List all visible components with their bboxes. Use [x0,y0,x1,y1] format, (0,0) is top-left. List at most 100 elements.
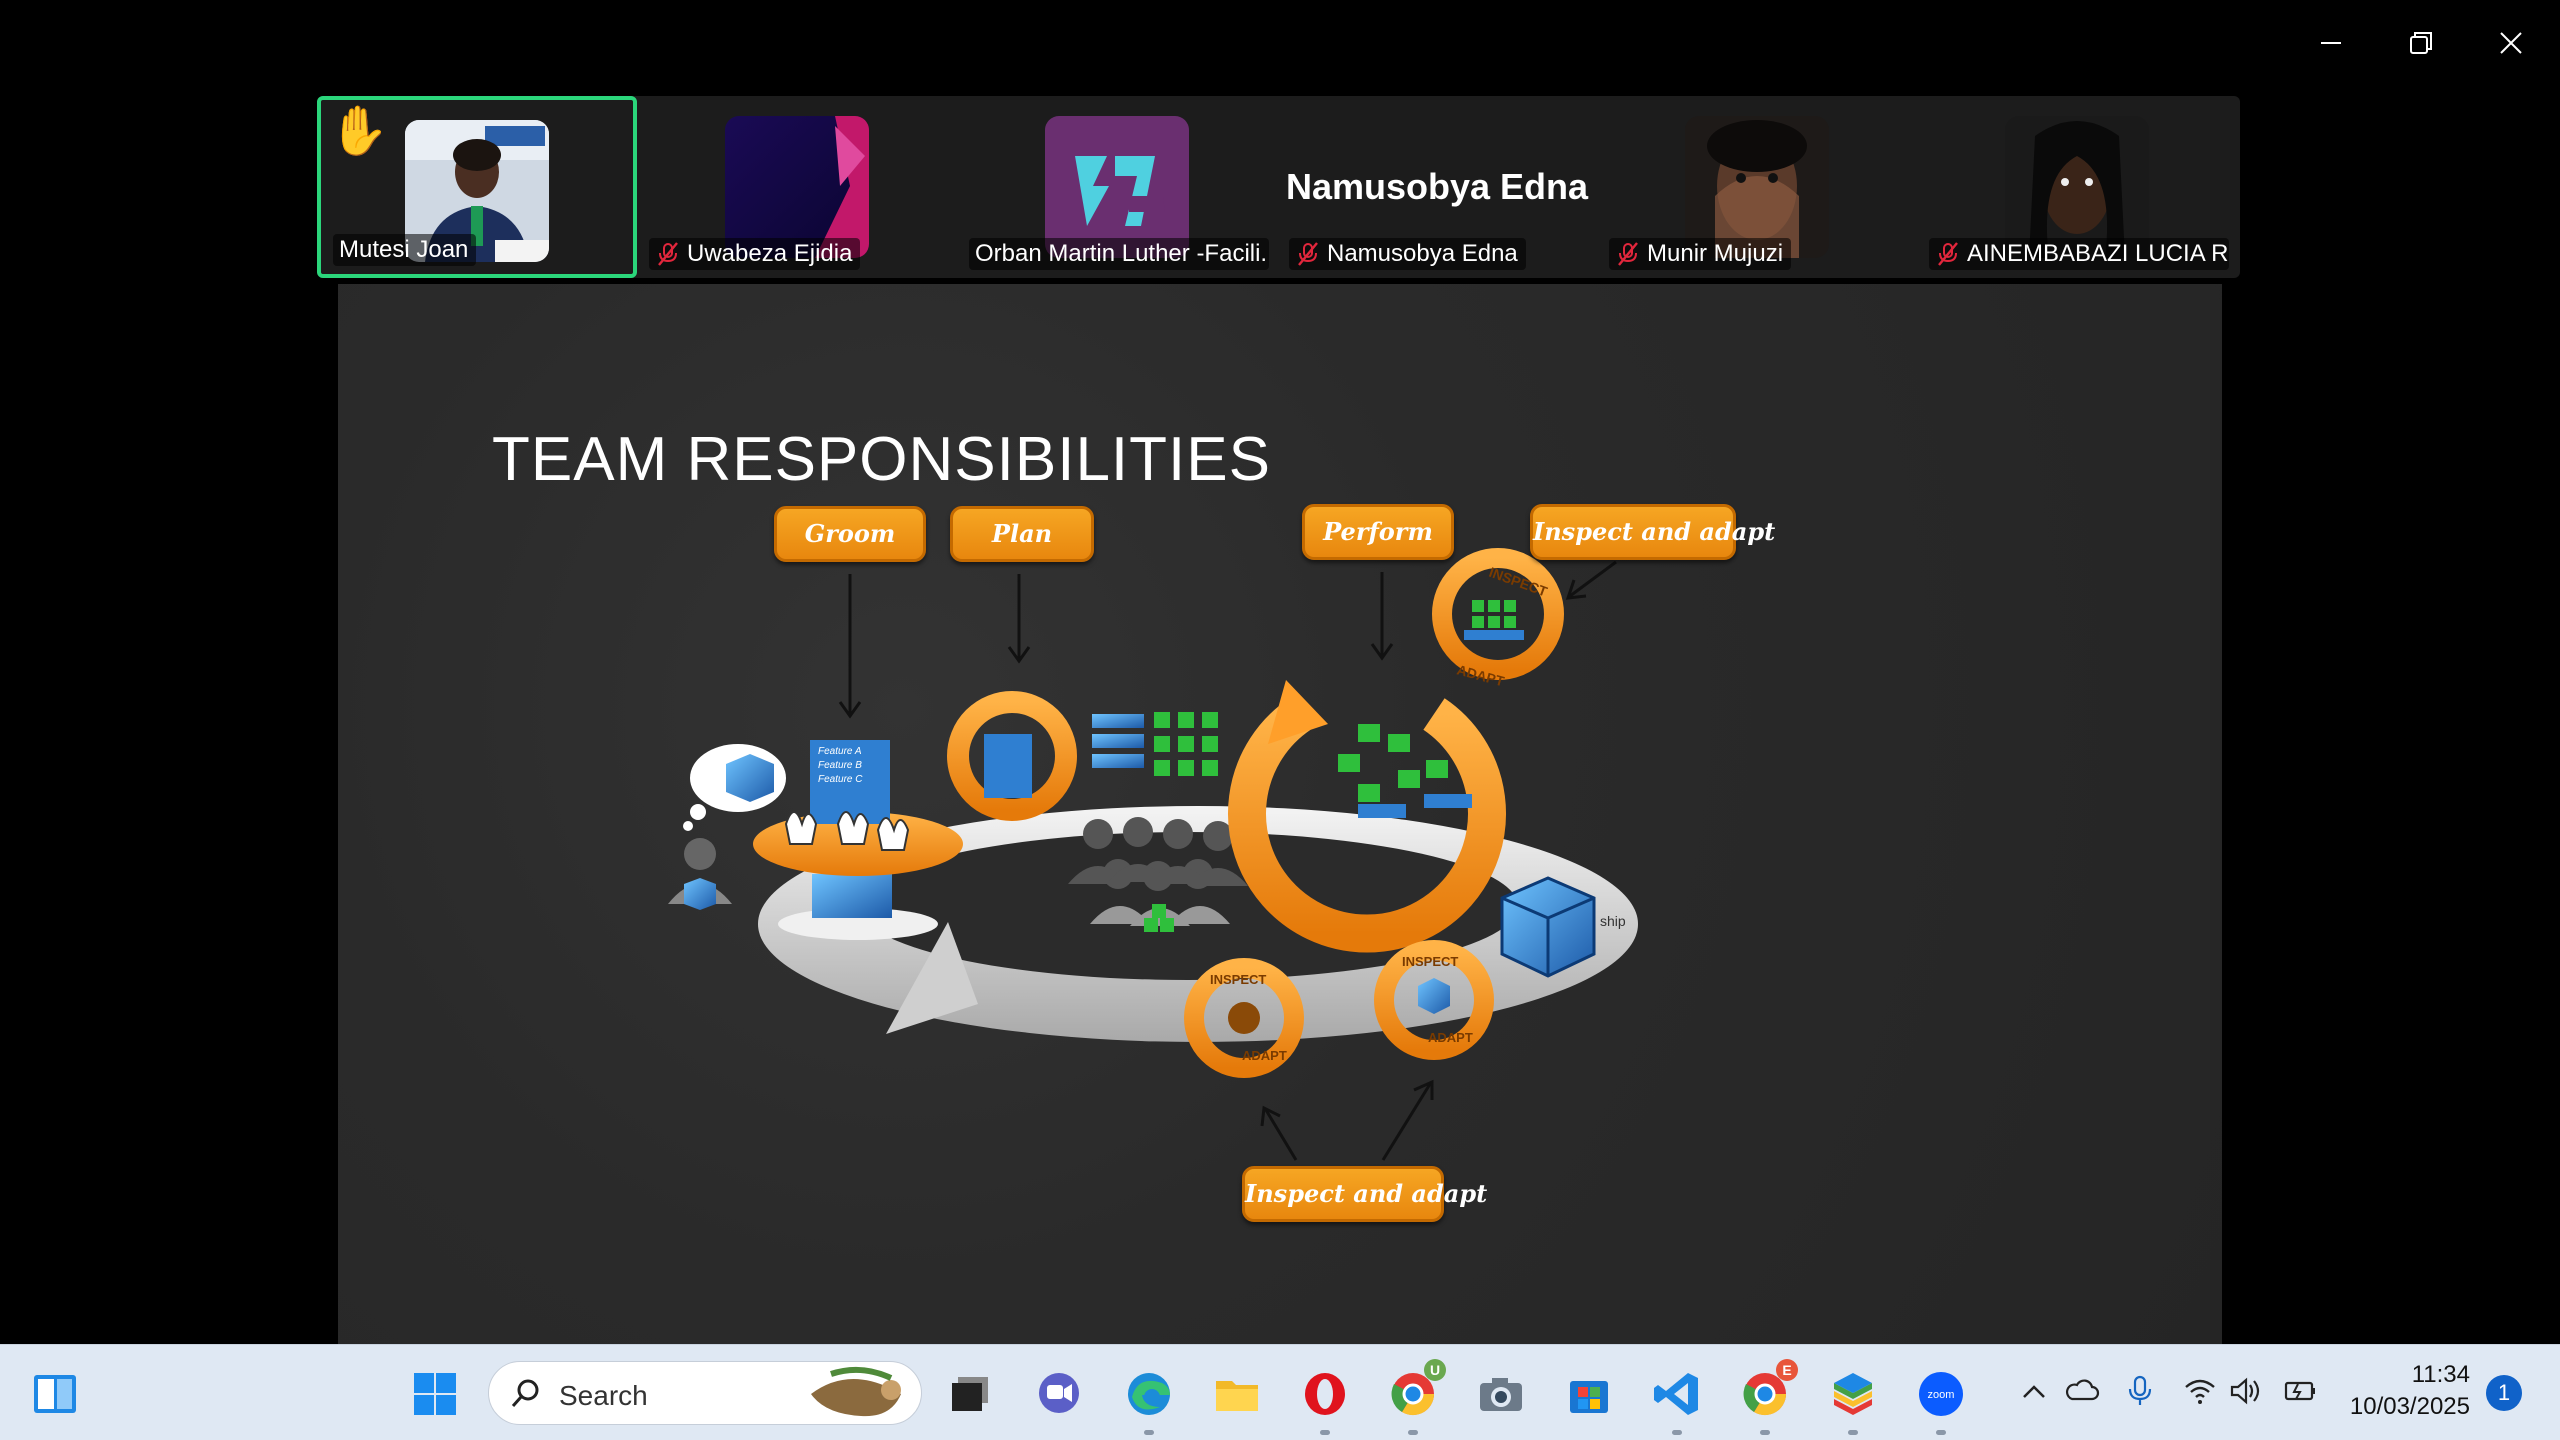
file-explorer-button[interactable] [1210,1367,1264,1421]
bluestacks-button[interactable] [1826,1367,1880,1435]
participant-tile[interactable]: Namusobya Edna Namusobya Edna [1277,96,1597,278]
start-button[interactable] [408,1367,462,1421]
opera-button[interactable] [1298,1367,1352,1435]
participant-name: Munir Mujuzi [1609,238,1792,270]
zoom-icon: zoom [1919,1372,1963,1416]
participant-tile[interactable]: AINEMBABAZI LUCIA R... [1917,96,2237,278]
participant-name: Uwabeza Ejidia [649,238,861,270]
speaker-icon [2230,1377,2260,1405]
search-icon [511,1379,539,1407]
inspect-adapt-ring-top: INSPECT ADAPT [1432,548,1564,689]
teams-chat-icon [1039,1373,1079,1413]
tag-perform: Perform [1302,504,1454,560]
participant-avatar [1685,116,1829,258]
tag-groom: Groom [774,506,926,562]
camera-icon [1480,1378,1522,1411]
participant-avatar [1045,116,1189,258]
running-indicator [1408,1430,1418,1435]
clock-date: 10/03/2025 [2349,1393,2470,1420]
edge-button[interactable] [1122,1367,1176,1435]
windows-logo-icon [414,1373,456,1415]
minimize-button[interactable] [2286,18,2376,68]
svg-text:Feature C: Feature C [818,774,863,785]
svg-text:Feature A: Feature A [818,746,862,757]
running-indicator [1320,1430,1330,1435]
restore-icon [2410,32,2432,54]
bluestacks-icon [1834,1373,1872,1415]
microphone-icon [2128,1375,2152,1405]
participant-tile[interactable]: ✋ Mutesi Joan [317,96,637,278]
zoom-button[interactable]: zoom [1914,1367,1968,1435]
store-icon [1570,1381,1608,1413]
running-indicator [1760,1430,1770,1435]
svg-text:ship: ship [1600,913,1626,929]
restore-button[interactable] [2376,18,2466,68]
task-view-icon [952,1377,988,1411]
chrome-profile-e-button[interactable]: E [1738,1359,1798,1435]
battery-charging-icon [2284,1381,2315,1401]
minimize-icon [2321,42,2341,44]
participant-strip: ✋ Mutesi Joan Uwabeza Ejidia Orban Marti… [317,96,2240,278]
widgets-button[interactable] [28,1367,82,1421]
wifi-icon [2185,1379,2215,1404]
cloud-icon [2065,1379,2100,1401]
widgets-icon [34,1375,76,1413]
wifi-button[interactable] [2182,1373,2222,1413]
tag-inspect-adapt-top: Inspect and adapt [1530,504,1775,560]
participant-name: Namusobya Edna [1289,238,1526,270]
clock[interactable]: 11:34 10/03/2025 [2340,1359,2470,1423]
edge-browser-icon [1128,1373,1170,1415]
participant-display-name: Namusobya Edna [1285,166,1589,207]
svg-text:ADAPT: ADAPT [1242,1048,1287,1063]
svg-text:INSPECT: INSPECT [1402,954,1458,969]
running-indicator [1848,1430,1858,1435]
svg-text:INSPECT: INSPECT [1210,972,1266,987]
task-view-button[interactable] [944,1367,998,1421]
volume-button[interactable] [2228,1373,2268,1413]
show-hidden-icons-button[interactable] [2016,1373,2056,1413]
participant-name: Orban Martin Luther -Facili... [969,238,1269,270]
profile-badge: E [1776,1359,1798,1381]
vscode-icon [1654,1373,1698,1415]
muted-microphone-icon [1935,241,1961,267]
close-icon [2500,32,2522,54]
tag-inspect-adapt-bottom: Inspect and adapt [1242,1166,1487,1222]
clock-time: 11:34 [2411,1361,2470,1388]
participant-name: Mutesi Joan [333,234,477,266]
running-indicator [1144,1430,1154,1435]
profile-badge: U [1424,1359,1446,1381]
running-indicator [1936,1430,1946,1435]
participant-tile[interactable]: Uwabeza Ejidia [637,96,957,278]
chrome-profile-u-button[interactable]: U [1386,1359,1446,1435]
close-button[interactable] [2466,18,2556,68]
muted-microphone-icon [1615,241,1641,267]
muted-microphone-icon [1295,241,1321,267]
svg-text:ADAPT: ADAPT [1428,1030,1473,1045]
microsoft-store-button[interactable] [1562,1367,1616,1421]
onedrive-button[interactable] [2064,1373,2104,1413]
notification-badge[interactable]: 1 [2486,1375,2522,1411]
shared-screen-slide: TEAM RESPONSIBILITIES Feature A Feature … [338,284,2222,1344]
battery-button[interactable] [2282,1373,2322,1413]
tag-plan: Plan [950,506,1094,562]
opera-browser-icon [1305,1373,1345,1415]
participant-avatar [725,116,869,258]
search-highlight-sloth-icon [811,1366,901,1417]
participant-tile[interactable]: Munir Mujuzi [1597,96,1917,278]
sprint-planning-group [947,691,1218,821]
taskbar-search-box[interactable]: Search [488,1361,922,1425]
participant-tile[interactable]: Orban Martin Luther -Facili... [957,96,1277,278]
participant-name: AINEMBABAZI LUCIA R... [1929,238,2229,270]
search-placeholder: Search [559,1380,648,1411]
vscode-button[interactable] [1650,1367,1704,1435]
teams-chat-button[interactable] [1032,1367,1086,1421]
folder-icon [1216,1381,1258,1411]
raised-hand-icon: ✋ [329,105,389,158]
chevron-up-icon [2023,1385,2045,1398]
muted-microphone-icon [655,241,681,267]
running-indicator [1672,1430,1682,1435]
camera-button[interactable] [1474,1367,1528,1421]
svg-text:zoom: zoom [1928,1389,1955,1401]
svg-text:Feature B: Feature B [818,760,862,771]
microphone-button[interactable] [2122,1373,2162,1413]
